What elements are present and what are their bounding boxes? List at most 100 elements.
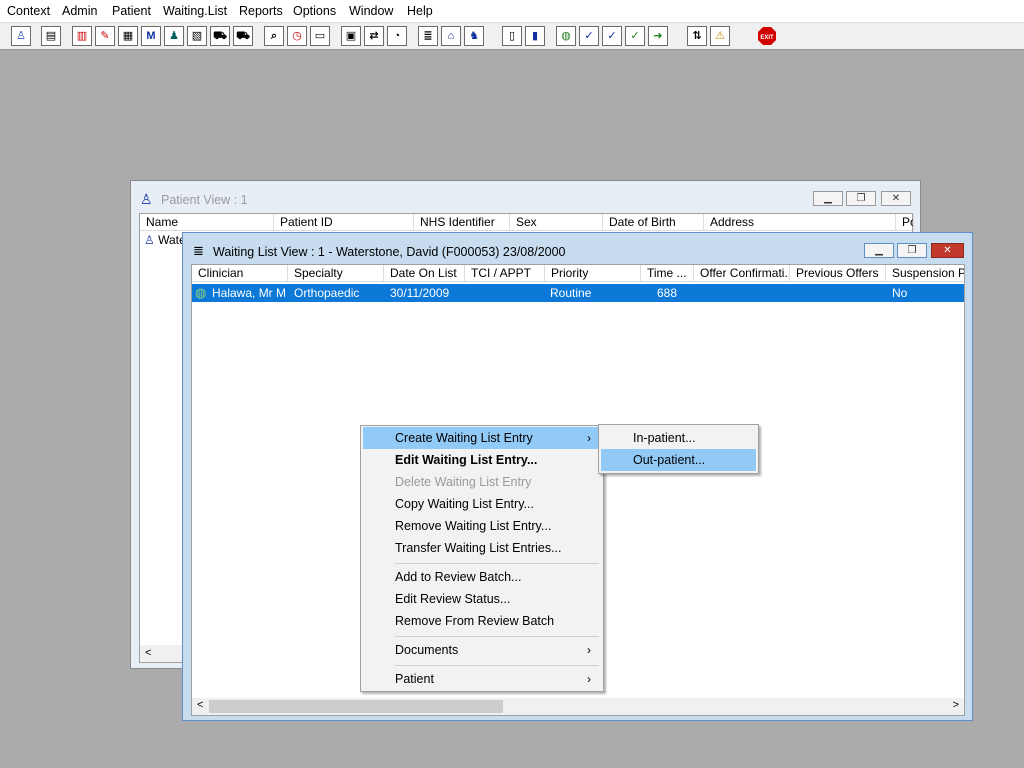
menu-item-patient[interactable]: Patient ›	[363, 668, 599, 690]
cell-time: 688	[657, 286, 678, 300]
menu-window[interactable]: Window	[349, 4, 393, 18]
scrollbar-thumb[interactable]	[209, 700, 503, 713]
column-header-date-on-list[interactable]: Date On List	[384, 265, 465, 282]
patient-icon: ♙	[144, 233, 155, 247]
approve-icon[interactable]: ✓	[602, 26, 622, 46]
check-list-icon[interactable]: ✓	[579, 26, 599, 46]
menu-item-edit-review-status[interactable]: Edit Review Status...	[363, 588, 599, 610]
patient-icon[interactable]: ♙	[11, 26, 31, 46]
menu-item-remove-waiting-list-entry[interactable]: Remove Waiting List Entry...	[363, 515, 599, 537]
close-button[interactable]: ✕	[881, 191, 911, 206]
scroll-left-button[interactable]: <	[140, 645, 186, 662]
menu-item-create-waiting-list-entry[interactable]: Create Waiting List Entry ›	[363, 427, 599, 449]
menu-separator	[395, 665, 599, 666]
exit-icon[interactable]: EXIT	[757, 26, 777, 46]
chevron-right-icon: ›	[587, 431, 591, 445]
book-icon[interactable]: ▥	[72, 26, 92, 46]
warning-icon[interactable]: ⚠	[710, 26, 730, 46]
menu-item-copy-waiting-list-entry[interactable]: Copy Waiting List Entry...	[363, 493, 599, 515]
image-icon[interactable]: ▣	[341, 26, 361, 46]
menu-item-transfer-waiting-list-entries[interactable]: Transfer Waiting List Entries...	[363, 537, 599, 559]
patient-view-title: Patient View : 1	[161, 193, 248, 207]
timer-icon[interactable]: ◔	[387, 26, 407, 46]
menu-item-in-patient[interactable]: In-patient...	[601, 427, 756, 449]
close-button[interactable]: ✕	[931, 243, 964, 258]
patient-list-header: Name Patient ID NHS Identifier Sex Date …	[140, 214, 914, 231]
notes-icon[interactable]: ▧	[187, 26, 207, 46]
chevron-right-icon: ›	[587, 672, 591, 686]
vehicle-icon[interactable]: ⛟	[233, 26, 253, 46]
column-header-offer-confirmation[interactable]: Offer Confirmati...	[694, 265, 790, 282]
document-icon[interactable]: ▦	[118, 26, 138, 46]
transfer-icon[interactable]: ⇄	[364, 26, 384, 46]
column-header-name[interactable]: Name	[140, 214, 274, 231]
list-icon[interactable]: ≣	[418, 26, 438, 46]
menu-options[interactable]: Options	[293, 4, 336, 18]
page-icon[interactable]: ▯	[502, 26, 522, 46]
menu-patient[interactable]: Patient	[112, 4, 151, 18]
menu-item-delete-waiting-list-entry[interactable]: Delete Waiting List Entry	[363, 471, 599, 493]
printer-icon[interactable]: ▤	[41, 26, 61, 46]
menu-item-edit-waiting-list-entry[interactable]: Edit Waiting List Entry...	[363, 449, 599, 471]
column-header-tci-appt[interactable]: TCI / APPT	[465, 265, 545, 282]
ambulance-icon[interactable]: ⛟	[210, 26, 230, 46]
cell-suspension: No	[892, 286, 908, 300]
context-menu: Create Waiting List Entry › Edit Waiting…	[360, 425, 604, 692]
menu-item-add-to-review-batch[interactable]: Add to Review Batch...	[363, 566, 599, 588]
monitor-icon[interactable]: ▭	[310, 26, 330, 46]
minimize-button[interactable]: ▁	[864, 243, 894, 258]
menu-waiting-list[interactable]: Waiting.List	[163, 4, 227, 18]
column-header-date-of-birth[interactable]: Date of Birth	[603, 214, 704, 231]
forward-icon[interactable]: ➜	[648, 26, 668, 46]
menu-item-label: Create Waiting List Entry	[395, 431, 533, 445]
restore-button[interactable]: ❐	[897, 243, 927, 258]
column-header-nhs-identifier[interactable]: NHS Identifier	[414, 214, 510, 231]
doctor-icon[interactable]: ♟	[164, 26, 184, 46]
menu-reports[interactable]: Reports	[239, 4, 283, 18]
bed-icon[interactable]: ⌂	[441, 26, 461, 46]
cell-specialty: Orthopaedic	[294, 286, 360, 300]
submenu-create-waiting-list-entry: In-patient... Out-patient...	[598, 424, 759, 474]
column-header-patient-id[interactable]: Patient ID	[274, 214, 414, 231]
svg-text:EXIT: EXIT	[760, 35, 774, 41]
column-header-clinician[interactable]: Clinician	[192, 265, 288, 282]
restore-button[interactable]: ❐	[846, 191, 876, 206]
column-header-priority[interactable]: Priority	[545, 265, 641, 282]
menu-item-out-patient[interactable]: Out-patient...	[601, 449, 756, 471]
column-header-postcode[interactable]: Po	[896, 214, 914, 231]
menu-item-label: Documents	[395, 643, 459, 657]
scroll-left-button[interactable]: <	[197, 699, 203, 711]
edit-icon[interactable]: ✎	[95, 26, 115, 46]
approve-down-icon[interactable]: ✓	[625, 26, 645, 46]
search-document-icon[interactable]: ⌕	[264, 26, 284, 46]
menu-context[interactable]: Context	[7, 4, 50, 18]
menu-bar: Context Admin Patient Waiting.List Repor…	[0, 0, 1024, 22]
column-header-sex[interactable]: Sex	[510, 214, 603, 231]
menu-item-documents[interactable]: Documents ›	[363, 639, 599, 661]
cell-date-on-list: 30/11/2009	[390, 286, 450, 300]
swap-icon[interactable]: ⇅	[687, 26, 707, 46]
column-header-suspension[interactable]: Suspension Pe	[886, 265, 964, 282]
column-header-time[interactable]: Time ...	[641, 265, 694, 282]
cell-priority: Routine	[550, 286, 592, 300]
table-row[interactable]: ◍ Halawa, Mr M Orthopaedic 30/11/2009 Ro…	[192, 284, 964, 302]
menu-help[interactable]: Help	[407, 4, 433, 18]
list-item[interactable]: ♙ Wate	[144, 233, 186, 249]
cell-clinician: Halawa, Mr M	[212, 286, 287, 300]
letter-m-icon[interactable]: M	[141, 26, 161, 46]
scroll-right-button[interactable]: >	[953, 699, 959, 711]
people-icon[interactable]: ♞	[464, 26, 484, 46]
menu-item-remove-from-review-batch[interactable]: Remove From Review Batch	[363, 610, 599, 632]
globe-icon: ◍	[195, 285, 207, 300]
clock-icon[interactable]: ◷	[287, 26, 307, 46]
column-header-specialty[interactable]: Specialty	[288, 265, 384, 282]
globe-icon[interactable]: ◍	[556, 26, 576, 46]
waiting-list-header: Clinician Specialty Date On List TCI / A…	[192, 265, 964, 282]
horizontal-scrollbar[interactable]: < >	[192, 698, 964, 715]
minimize-button[interactable]: ▁	[813, 191, 843, 206]
menu-admin[interactable]: Admin	[62, 4, 97, 18]
column-header-previous-offers[interactable]: Previous Offers	[790, 265, 886, 282]
column-header-address[interactable]: Address	[704, 214, 896, 231]
toolbar: ♙ ▤ ▥ ✎ ▦ M ♟ ▧ ⛟ ⛟ ⌕ ◷ ▭ ▣ ⇄ ◔ ≣ ⌂ ♞ ▯ …	[0, 22, 1024, 50]
bar-chart-icon[interactable]: ▮	[525, 26, 545, 46]
